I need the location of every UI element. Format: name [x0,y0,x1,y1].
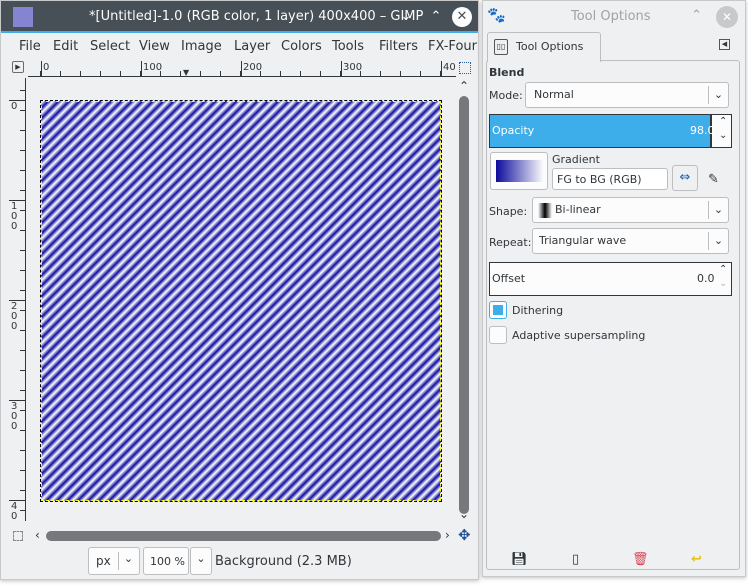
mode-label: Mode: [489,89,523,102]
chevron-down-icon: ⌄ [708,86,728,104]
spin-up-icon[interactable]: ⌃ [719,264,727,275]
bilinear-icon [538,203,552,218]
scroll-left-icon[interactable]: ‹ [35,528,40,542]
reset-options-icon[interactable]: ↩ [691,552,702,567]
unit-value: px [96,554,111,568]
menu-bar: File Edit Select View Image Layer Colors… [1,35,478,59]
menu-view[interactable]: View [139,39,170,54]
gradient-swatch [496,160,544,182]
section-title: Blend [489,66,525,79]
vertical-ruler[interactable]: 0 100 200 300 400 [9,78,26,521]
dithering-label: Dithering [512,304,564,317]
chevron-down-icon: ⌄ [708,201,728,219]
minimize-icon[interactable]: ⌄ [397,8,415,26]
menu-edit[interactable]: Edit [53,39,78,54]
title-bar: *[Untitled]-1.0 (RGB color, 1 layer) 400… [1,1,478,33]
ruler-label: 400 [11,502,18,520]
tool-options-icon: ▯▯ [494,39,508,55]
navigate-icon[interactable]: ✥ [458,526,471,544]
window-title: *[Untitled]-1.0 (RGB color, 1 layer) 400… [89,9,424,24]
offset-label: Offset [492,272,526,285]
pointer-marker-icon: ▼ [183,68,190,77]
menu-file[interactable]: File [19,39,41,54]
adaptive-supersampling-label: Adaptive supersampling [512,329,646,342]
gradient-value: FG to BG (RGB) [557,173,642,186]
dock-title: Tool Options [571,9,651,24]
ruler-label: 100 [143,62,163,73]
shape-select[interactable]: Bi-linear ⌄ [532,197,729,223]
ruler-label: 40 [443,62,456,73]
restore-options-icon[interactable]: ▯ [572,552,579,567]
ruler-label: 300 [11,401,18,432]
ruler-label: 0 [43,62,50,73]
chevron-down-icon: ⌄ [708,232,728,250]
layer-info: Background (2.3 MB) [215,554,352,569]
gradient-name-field[interactable]: FG to BG (RGB) [552,168,668,190]
offset-value: 0.0 [697,272,715,285]
horizontal-scrollbar[interactable] [46,531,441,541]
shape-label: Shape: [489,205,528,218]
opacity-value: 98.0 [690,124,715,137]
navigate-toggle-icon[interactable] [13,531,23,541]
scroll-right-icon[interactable]: › [445,528,450,542]
scroll-up-icon[interactable]: ⌃ [459,79,469,93]
scroll-down-icon[interactable]: ⌄ [459,507,469,521]
menu-fx-four[interactable]: FX-Four [428,39,477,54]
dock-menu-icon[interactable]: ◀ [719,39,730,50]
save-options-icon[interactable]: 💾︎ [511,552,528,567]
reverse-gradient-button[interactable]: ⇔ [672,165,698,191]
maximize-icon[interactable]: ⌃ [427,8,445,26]
maximize-icon[interactable]: ⌃ [691,8,702,23]
horizontal-ruler[interactable]: 0 100 200 300 40 ▼ [28,61,456,77]
offset-slider[interactable]: Offset 0.0 ⌃ ⌄ [489,262,732,296]
opacity-slider[interactable]: Opacity 98.0 ⌃ ⌄ [489,114,732,148]
repeat-value: Triangular wave [539,234,627,247]
close-icon[interactable]: ✕ [452,7,472,27]
menu-select[interactable]: Select [90,39,130,54]
close-icon[interactable]: ✕ [716,6,738,28]
unit-select[interactable]: px ⌄ [88,547,140,575]
gradient-preview-button[interactable] [490,152,548,190]
opacity-label: Opacity [492,124,535,137]
spin-down-icon[interactable]: ⌄ [719,130,727,141]
zoom-value: 100 % [150,555,185,568]
tool-options-dock: 🐾 Tool Options ⌃ ✕ ▯▯ Tool Options ◀ Ble… [482,0,746,577]
spin-down-icon[interactable]: ⌄ [719,278,727,289]
spin-up-icon[interactable]: ⌃ [719,116,727,127]
tab-tool-options[interactable]: ▯▯ Tool Options [487,32,601,62]
repeat-select[interactable]: Triangular wave ⌄ [532,228,729,254]
adaptive-supersampling-checkbox[interactable] [489,326,507,344]
quick-mask-menu-icon[interactable]: ▶ [12,61,24,73]
app-icon [13,7,33,27]
image-window: *[Untitled]-1.0 (RGB color, 1 layer) 400… [0,0,479,580]
vertical-scrollbar[interactable] [459,96,469,514]
zoom-input[interactable]: 100 % [143,547,189,575]
zoom-dropdown-button[interactable]: ⌄ [190,547,212,575]
repeat-label: Repeat: [489,236,532,249]
edit-gradient-icon[interactable]: ✎ [708,172,719,187]
tab-label: Tool Options [516,40,584,53]
menu-tools[interactable]: Tools [332,39,364,54]
menu-image[interactable]: Image [181,39,222,54]
ruler-label: 200 [11,301,18,332]
menu-layer[interactable]: Layer [234,39,270,54]
gradient-label: Gradient [552,153,600,166]
chevron-down-icon: ⌄ [118,552,138,570]
zoom-image-icon[interactable] [459,62,471,74]
mode-select[interactable]: Normal ⌄ [525,82,729,108]
dithering-checkbox[interactable] [489,301,507,319]
ruler-label: 300 [343,62,363,73]
gimp-wilber-icon: 🐾 [487,6,506,24]
ruler-label: 100 [11,201,18,232]
delete-options-icon[interactable]: 🗑︎ [632,552,649,567]
menu-colors[interactable]: Colors [281,39,322,54]
image-canvas[interactable] [40,100,442,502]
mode-value: Normal [534,88,574,101]
shape-value: Bi-linear [555,203,601,216]
ruler-label: 200 [243,62,263,73]
ruler-label: 0 [11,101,18,112]
menu-filters[interactable]: Filters [379,39,418,54]
